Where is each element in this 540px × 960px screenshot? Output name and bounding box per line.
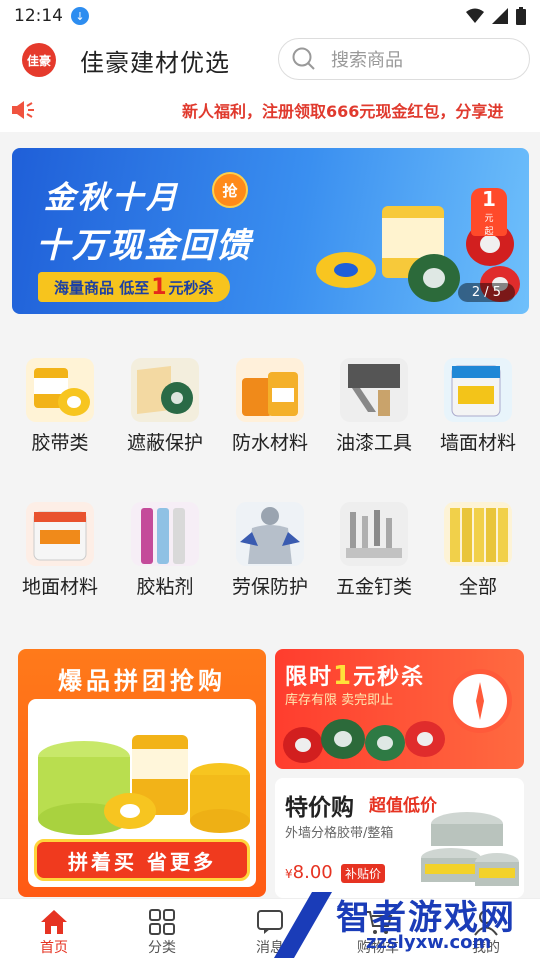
- category-wall[interactable]: 墙面材料: [426, 358, 530, 455]
- category-label: 防水材料: [231, 432, 308, 454]
- banner-title-1: 金秋十月: [44, 180, 180, 216]
- grid-icon: [149, 909, 175, 935]
- promo-banner[interactable]: 金秋十月 抢 十万现金回馈 海量商品 低至 1 元秒杀 1 元 起 2 / 5: [12, 148, 529, 314]
- group-buy-card[interactable]: 爆品拼团抢购 拼着买 省更多: [18, 649, 266, 897]
- banner-tag-unit: 元: [484, 214, 494, 224]
- category-label: 五金钉类: [335, 576, 412, 598]
- floor-material-icon: [26, 502, 94, 566]
- paint-tools-icon: [340, 358, 408, 422]
- nav-category-label: 分类: [148, 940, 176, 956]
- category-adhesive[interactable]: 胶粘剂: [113, 502, 217, 599]
- group-buy-title: 爆品拼团抢购: [58, 667, 226, 695]
- banner-price-tag: 1 元 起: [471, 187, 507, 237]
- category-hardware[interactable]: 五金钉类: [322, 502, 426, 599]
- signal-icon: [492, 8, 508, 24]
- banner-grab-badge: 抢: [212, 172, 248, 208]
- group-buy-button[interactable]: 拼着买 省更多: [34, 839, 250, 881]
- waterproof-icon: [236, 358, 304, 422]
- notice-bar[interactable]: 新人福利，注册领取666元现金红包，分享进: [0, 88, 540, 132]
- adhesive-icon: [131, 502, 199, 566]
- category-label: 劳保防护: [231, 576, 308, 598]
- hardware-icon: [340, 502, 408, 566]
- banner-pill-number: 1: [151, 274, 167, 300]
- download-icon: ↓: [71, 7, 89, 25]
- search-placeholder: 搜索商品: [331, 50, 403, 71]
- category-masking[interactable]: 遮蔽保护: [113, 358, 217, 455]
- price-amount: 8.00: [292, 862, 333, 883]
- app-logo: 佳豪: [22, 43, 56, 77]
- flash-title-prefix: 限时: [285, 665, 334, 690]
- nav-category[interactable]: 分类: [122, 907, 202, 957]
- banner-title-2: 十万现金回馈: [36, 226, 252, 266]
- category-paint-tools[interactable]: 油漆工具: [322, 358, 426, 455]
- banner-pill-prefix: 海量商品 低至: [54, 278, 150, 297]
- wall-material-icon: [444, 358, 512, 422]
- group-buy-product-image: [38, 735, 250, 835]
- banner-pill-suffix: 元秒杀: [168, 278, 214, 297]
- category-all[interactable]: 全部: [426, 502, 530, 599]
- masking-film-icon: [131, 358, 199, 422]
- tape-icon: [26, 358, 94, 422]
- category-label: 墙面材料: [439, 432, 516, 454]
- battery-icon: [516, 7, 526, 25]
- alarm-clock-icon: [448, 669, 512, 733]
- subsidy-badge: 补贴价: [341, 864, 386, 883]
- category-label: 胶粘剂: [136, 576, 194, 598]
- flash-sale-subtitle: 库存有限 卖完即止: [285, 693, 394, 708]
- home-icon: [41, 910, 67, 934]
- category-label: 全部: [458, 576, 497, 598]
- flash-title-suffix: 元秒杀: [353, 665, 426, 690]
- category-protection[interactable]: 劳保防护: [218, 502, 322, 599]
- wifi-icon: [466, 8, 484, 23]
- watermark-logo: [274, 892, 332, 958]
- watermark: 智者游戏网 zzslyxw.com: [270, 888, 540, 960]
- price-currency: ¥: [285, 867, 293, 881]
- watermark-url: zzslyxw.com: [366, 932, 492, 953]
- speaker-icon: [12, 101, 34, 119]
- search-icon: [292, 47, 315, 70]
- nav-home[interactable]: 首页: [14, 907, 94, 957]
- banner-pill: 海量商品 低至 1 元秒杀: [38, 272, 230, 302]
- category-label: 油漆工具: [335, 432, 412, 454]
- flash-title-number: 1: [333, 661, 354, 691]
- flash-products-image: [283, 719, 445, 763]
- category-label: 地面材料: [21, 576, 98, 598]
- special-product-image: [421, 812, 519, 886]
- flash-sale-card[interactable]: 限时1元秒杀 库存有限 卖完即止: [275, 649, 524, 769]
- special-price-title: 特价购: [285, 795, 354, 821]
- notice-text: 新人福利，注册领取666元现金红包，分享进: [182, 102, 504, 121]
- category-waterproof[interactable]: 防水材料: [218, 358, 322, 455]
- special-price-desc: 外墙分格胶带/整箱: [285, 826, 394, 841]
- flash-sale-title: 限时1元秒杀: [285, 659, 425, 691]
- banner-page-indicator: 2 / 5: [457, 283, 515, 302]
- nav-home-label: 首页: [40, 940, 68, 956]
- app-header: 佳豪 佳豪建材优选 搜索商品: [0, 32, 540, 88]
- status-bar: 12:14 ↓: [0, 0, 540, 32]
- protection-icon: [236, 502, 304, 566]
- search-input[interactable]: 搜索商品: [278, 38, 530, 80]
- special-price-card[interactable]: 特价购 超值低价 外墙分格胶带/整箱 ¥8.00 补贴价: [275, 778, 524, 898]
- app-title: 佳豪建材优选: [80, 48, 230, 77]
- special-price-value: ¥8.00: [285, 862, 333, 883]
- category-label: 胶带类: [31, 432, 89, 454]
- all-icon: [444, 502, 512, 566]
- banner-tag-sub: 起: [484, 227, 494, 237]
- status-time: 12:14: [14, 6, 63, 26]
- category-tape[interactable]: 胶带类: [8, 358, 112, 455]
- category-floor[interactable]: 地面材料: [8, 502, 112, 599]
- category-label: 遮蔽保护: [126, 432, 203, 454]
- banner-tag-number: 1: [482, 187, 496, 211]
